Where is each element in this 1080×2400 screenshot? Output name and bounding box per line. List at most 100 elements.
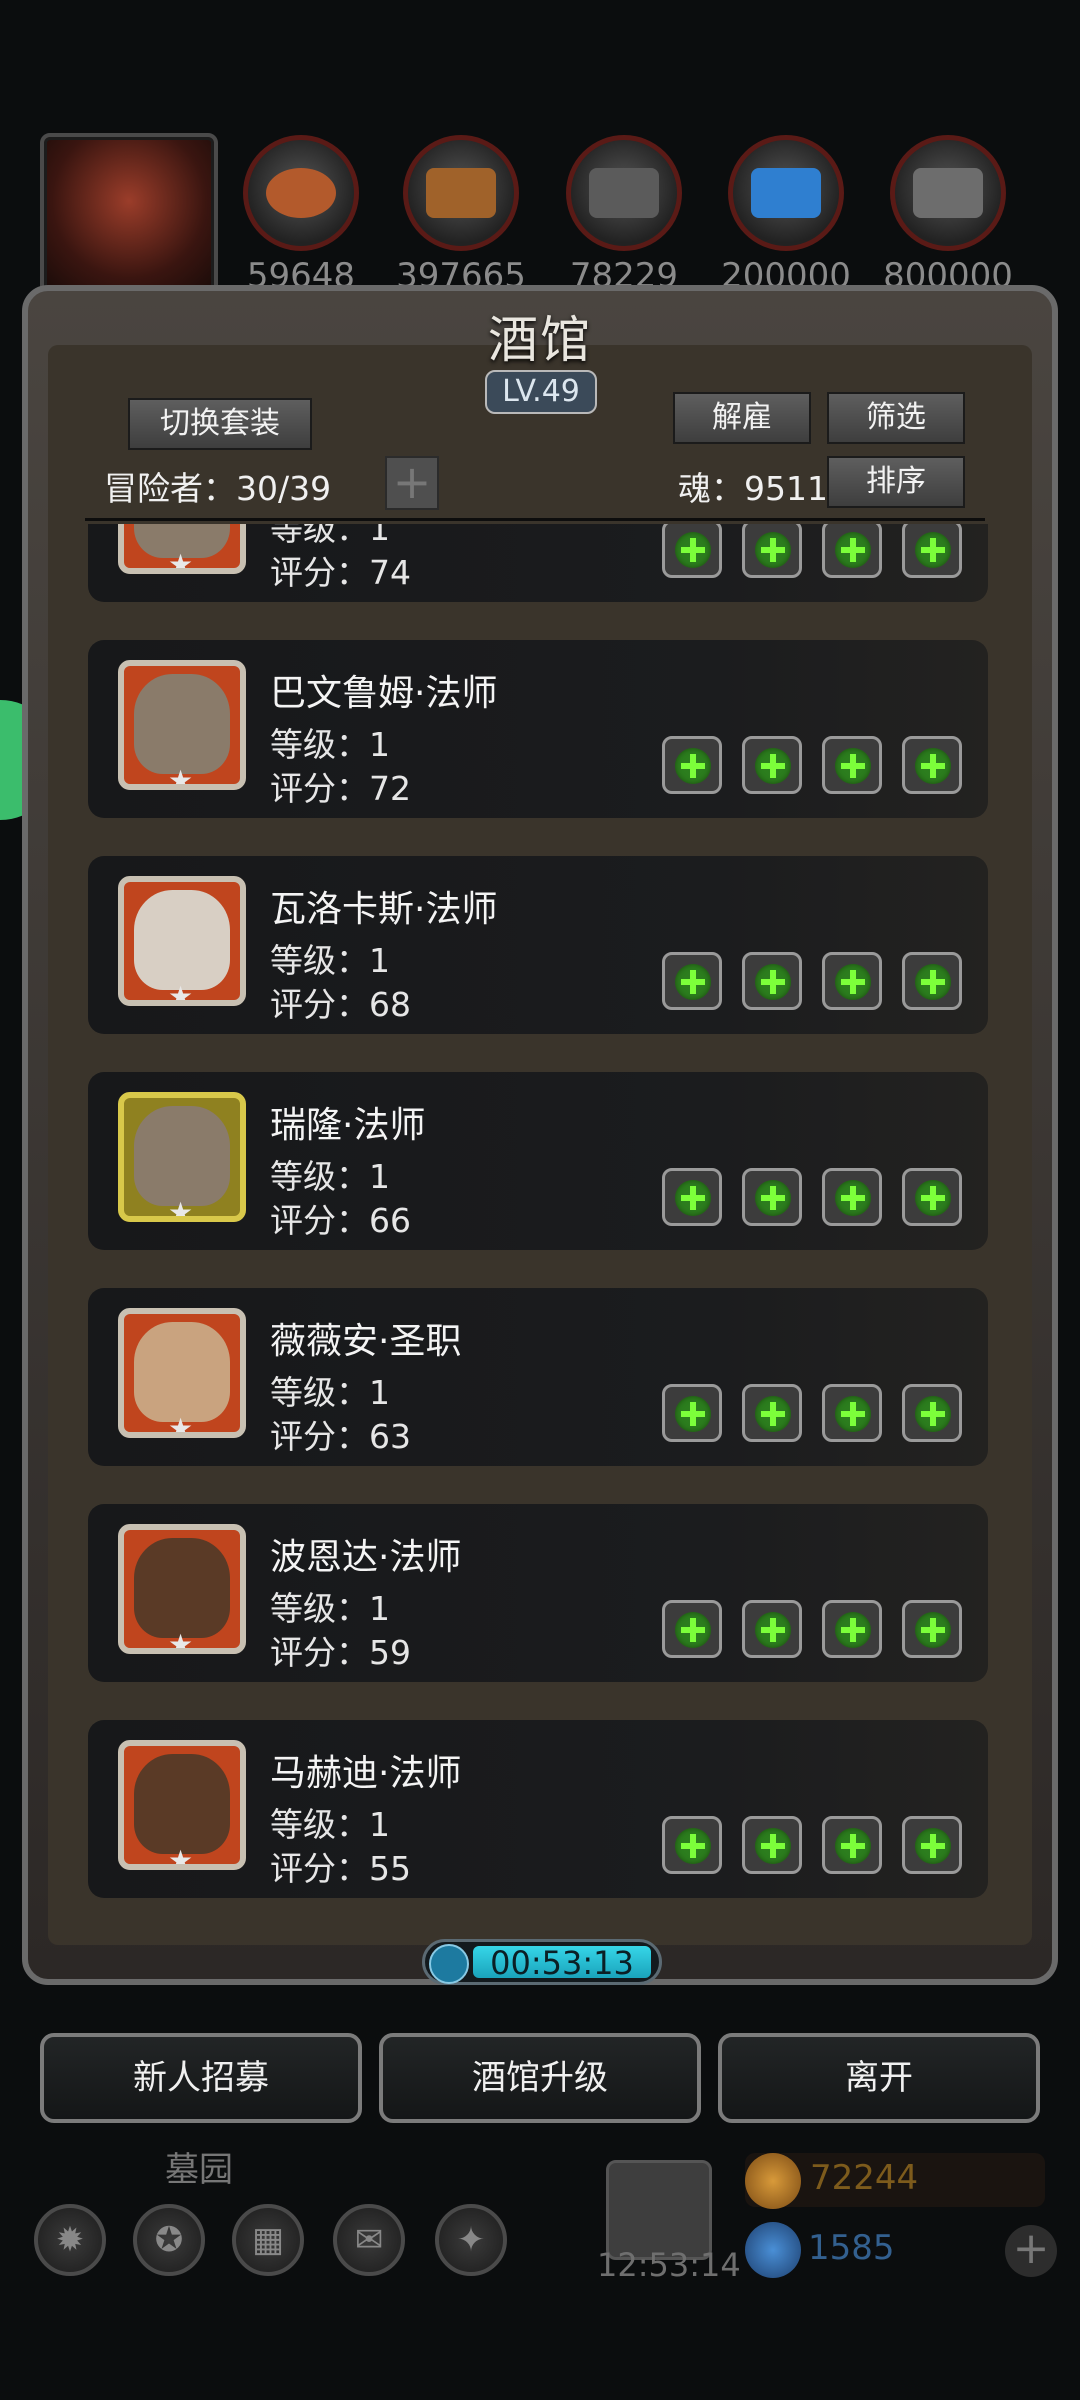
graveyard-label[interactable]: 墓园	[165, 2142, 233, 2191]
adventurer-level: 等级：1	[270, 1157, 390, 1196]
hero-portrait[interactable]	[40, 133, 218, 301]
settings-icon[interactable]: ✹	[34, 2204, 106, 2276]
clock-icon	[429, 1944, 469, 1984]
adventurer-avatar[interactable]: ★	[118, 1524, 246, 1654]
adventurer-row[interactable]: ★ 波恩达·法师 等级：1 评分：59	[88, 1504, 988, 1682]
plus-icon	[835, 532, 871, 568]
portrait-image	[134, 1538, 230, 1638]
weapon-slot-icon[interactable]	[662, 736, 722, 794]
wood-icon[interactable]	[403, 135, 519, 251]
ring-slot-icon[interactable]	[902, 1168, 962, 1226]
ring-slot-icon[interactable]	[902, 1384, 962, 1442]
star-icon: ★	[168, 1628, 194, 1654]
switch-outfit-button[interactable]: 切换套装	[128, 398, 312, 450]
armor-slot-icon[interactable]	[742, 524, 802, 578]
plus-icon	[835, 964, 871, 1000]
add-slot-button[interactable]: +	[385, 456, 439, 510]
food-icon[interactable]	[243, 135, 359, 251]
accessory-slot-icon[interactable]	[822, 1168, 882, 1226]
portrait-image	[134, 674, 230, 774]
plus-icon	[835, 748, 871, 784]
plus-icon	[915, 532, 951, 568]
recruit-button[interactable]: 新人招募	[40, 2033, 362, 2123]
star-icon: ★	[168, 1412, 194, 1438]
accessory-slot-icon[interactable]	[822, 1600, 882, 1658]
iron-icon[interactable]	[890, 135, 1006, 251]
plus-icon	[915, 1828, 951, 1864]
adventurer-score: 评分：66	[270, 1201, 411, 1240]
armor-slot-icon[interactable]	[742, 952, 802, 1010]
adventurer-score: 评分：74	[270, 553, 411, 592]
ring-slot-icon[interactable]	[902, 1816, 962, 1874]
adventurer-avatar[interactable]: ★	[118, 1740, 246, 1870]
armor-slot-icon[interactable]	[742, 1384, 802, 1442]
plus-icon	[915, 1396, 951, 1432]
accessory-slot-icon[interactable]	[822, 1816, 882, 1874]
accessory-slot-icon[interactable]	[822, 1384, 882, 1442]
adventurer-row[interactable]: ★ 马赫迪·法师 等级：1 评分：55	[88, 1720, 988, 1898]
plus-icon	[915, 1180, 951, 1216]
accessory-slot-icon[interactable]	[822, 952, 882, 1010]
armor-slot-icon[interactable]	[742, 1816, 802, 1874]
adventurer-level: 等级：1	[270, 725, 390, 764]
weapon-slot-icon[interactable]	[662, 1816, 722, 1874]
stone-icon[interactable]	[566, 135, 682, 251]
crystal-icon[interactable]	[728, 135, 844, 251]
ring-slot-icon[interactable]	[902, 952, 962, 1010]
ring-slot-icon[interactable]	[902, 1600, 962, 1658]
adventurer-row[interactable]: ★ 瓦洛卡斯·法师 等级：1 评分：68	[88, 856, 988, 1034]
plus-icon	[675, 1828, 711, 1864]
adventurer-avatar[interactable]: ★	[118, 524, 246, 574]
gem-value: 1585	[808, 2228, 895, 2268]
adventurer-level: 等级：1	[270, 941, 390, 980]
portrait-image	[134, 890, 230, 990]
weapon-slot-icon[interactable]	[662, 1168, 722, 1226]
weapon-slot-icon[interactable]	[662, 1384, 722, 1442]
mail-icon[interactable]: ✉	[333, 2204, 405, 2276]
adventurer-row[interactable]: ★ 等级：1 评分：74	[88, 524, 988, 602]
adventurer-avatar[interactable]: ★	[118, 1092, 246, 1222]
plus-icon	[915, 748, 951, 784]
portrait-image	[134, 1754, 230, 1854]
plus-icon	[675, 748, 711, 784]
add-currency-button[interactable]: +	[1005, 2225, 1057, 2277]
shop-icon[interactable]: ✦	[435, 2204, 507, 2276]
adventurer-avatar[interactable]: ★	[118, 660, 246, 790]
weapon-slot-icon[interactable]	[662, 952, 722, 1010]
leave-button[interactable]: 离开	[718, 2033, 1040, 2123]
weapon-slot-icon[interactable]	[662, 524, 722, 578]
header-divider	[85, 518, 985, 521]
sort-button[interactable]: 排序	[827, 456, 965, 508]
accessory-slot-icon[interactable]	[822, 736, 882, 794]
ring-slot-icon[interactable]	[902, 736, 962, 794]
plus-icon	[915, 964, 951, 1000]
plus-icon	[835, 1612, 871, 1648]
armor-slot-icon[interactable]	[742, 1600, 802, 1658]
adventurer-row[interactable]: ★ 薇薇安·圣职 等级：1 评分：63	[88, 1288, 988, 1466]
filter-button[interactable]: 筛选	[827, 392, 965, 444]
gold-icon	[745, 2153, 801, 2209]
tavern-upgrade-button[interactable]: 酒馆升级	[379, 2033, 701, 2123]
gift-icon[interactable]	[606, 2160, 712, 2260]
adventurer-row[interactable]: ★ 巴文鲁姆·法师 等级：1 评分：72	[88, 640, 988, 818]
armor-slot-icon[interactable]	[742, 736, 802, 794]
armor-slot-icon[interactable]	[742, 1168, 802, 1226]
adventurer-avatar[interactable]: ★	[118, 876, 246, 1006]
adventurer-list[interactable]: ★ 等级：1 评分：74 ★ 巴文鲁姆·法师 等级：1 评分：72 ★ 瓦洛卡斯·法师 等级：1 评…	[60, 524, 1020, 1904]
accessory-slot-icon[interactable]	[822, 524, 882, 578]
adventurer-score: 评分：72	[270, 769, 411, 808]
adventurer-row[interactable]: ★ 瑞隆·法师 等级：1 评分：66	[88, 1072, 988, 1250]
adventurer-avatar[interactable]: ★	[118, 1308, 246, 1438]
adventurer-level: 等级：1	[270, 1589, 390, 1628]
adventurer-name: 波恩达·法师	[270, 1537, 462, 1578]
weapon-slot-icon[interactable]	[662, 1600, 722, 1658]
adventurer-level: 等级：1	[270, 1373, 390, 1412]
plus-icon	[835, 1180, 871, 1216]
dismiss-button[interactable]: 解雇	[673, 392, 811, 444]
adventurer-score: 评分：55	[270, 1849, 411, 1888]
guild-icon[interactable]: ▦	[232, 2204, 304, 2276]
star-badge-icon[interactable]: ✪	[133, 2204, 205, 2276]
adventurer-name: 薇薇安·圣职	[270, 1321, 462, 1362]
plus-icon	[755, 1612, 791, 1648]
ring-slot-icon[interactable]	[902, 524, 962, 578]
